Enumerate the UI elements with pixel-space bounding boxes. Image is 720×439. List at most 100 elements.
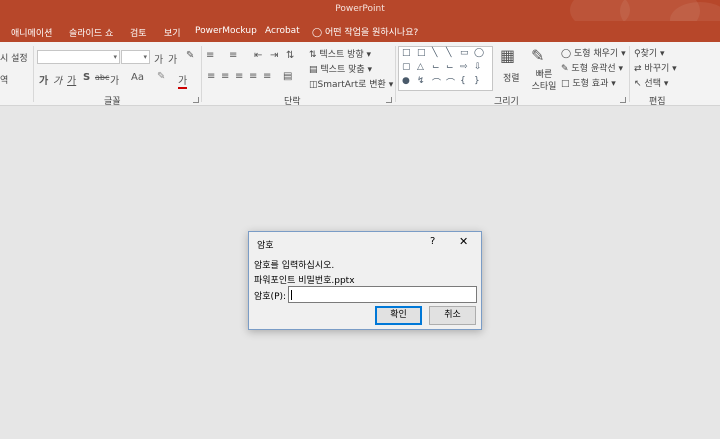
text-direction-icon: ⇅ bbox=[309, 50, 317, 60]
tab-slideshow[interactable]: 슬라이드 쇼 bbox=[69, 26, 113, 39]
group-separator bbox=[33, 46, 34, 102]
quick-styles-icon: ✎ bbox=[531, 46, 545, 65]
line-shape-icon[interactable]: ╲ bbox=[432, 48, 437, 58]
chevron-down-icon: ▾ bbox=[113, 53, 117, 61]
app-title: PowerPoint bbox=[335, 4, 385, 14]
align-right-icon[interactable]: ≡ bbox=[235, 71, 243, 82]
change-case-button[interactable]: Aa bbox=[131, 72, 144, 83]
decrease-indent-icon[interactable]: ⇤ bbox=[254, 50, 262, 61]
arrow-right-shape-icon[interactable]: ⇨ bbox=[460, 62, 468, 72]
textbox-shape-icon[interactable]: □ bbox=[402, 48, 411, 58]
text-caret bbox=[291, 290, 292, 300]
tell-me-text: 어떤 작업을 원하시나요? bbox=[324, 28, 419, 38]
drawing-launcher-icon[interactable] bbox=[620, 97, 626, 103]
curve-shape-icon[interactable]: ⌒ bbox=[432, 76, 441, 89]
columns-icon[interactable]: ▤ bbox=[283, 71, 292, 82]
section-partial-button[interactable]: 역 bbox=[0, 73, 8, 86]
arrow-down-shape-icon[interactable]: ⇩ bbox=[474, 62, 482, 72]
strikethrough-button[interactable]: abc bbox=[95, 73, 109, 82]
font-group-label: 글꼴 bbox=[104, 97, 121, 107]
ribbon: 시 설정 역 ▾ ▾ 가 가 ✎ 가 가 가 S abc 가 Aa ✎ 가 글꼴… bbox=[0, 42, 720, 107]
smartart-button[interactable]: ◫SmartArt로 변환 ▾ bbox=[309, 77, 393, 90]
group-separator bbox=[629, 46, 630, 102]
text-direction-button[interactable]: ⇅ 텍스트 방향 ▾ bbox=[309, 47, 371, 60]
close-icon[interactable]: ✕ bbox=[459, 235, 468, 248]
tab-acrobat[interactable]: Acrobat bbox=[265, 26, 300, 36]
rectangle-shape-icon[interactable]: ▭ bbox=[460, 48, 469, 58]
font-color-button[interactable]: 가 bbox=[178, 72, 188, 89]
grow-font-icon[interactable]: 가 bbox=[154, 51, 163, 66]
select-button[interactable]: ↖ 선택 ▾ bbox=[634, 76, 668, 89]
freeform-shape-icon[interactable]: ● bbox=[402, 76, 410, 86]
line-shape-icon[interactable]: ╲ bbox=[446, 48, 451, 58]
increase-indent-icon[interactable]: ⇥ bbox=[270, 50, 278, 61]
align-text-icon: ▤ bbox=[309, 65, 318, 75]
pencil-icon: ✎ bbox=[561, 64, 569, 74]
numbering-icon[interactable]: ≡ bbox=[229, 50, 237, 61]
distribute-icon[interactable]: ≡ bbox=[263, 71, 271, 82]
dialog-title: 암호 bbox=[257, 241, 274, 251]
shape-fill-button[interactable]: ◯ 도형 채우기 ▾ bbox=[561, 46, 626, 59]
align-center-icon[interactable]: ≡ bbox=[221, 71, 229, 82]
bullets-icon[interactable]: ≡ bbox=[206, 50, 214, 61]
brace-right-shape-icon[interactable]: } bbox=[474, 76, 480, 86]
rounded-rect-shape-icon[interactable]: ▢ bbox=[402, 62, 411, 72]
drawing-group-label: 그리기 bbox=[494, 97, 519, 107]
ribbon-tabs: 애니메이션 슬라이드 쇼 검토 보기 PowerMockup Acrobat ◯… bbox=[0, 21, 720, 42]
group-separator bbox=[201, 46, 202, 102]
highlight-icon[interactable]: ✎ bbox=[157, 71, 165, 82]
oval-shape-icon[interactable]: ◯ bbox=[474, 48, 484, 58]
lightning-shape-icon[interactable]: ↯ bbox=[417, 76, 425, 86]
shapes-gallery[interactable]: □ □ ╲ ╲ ▭ ◯ ▢ △ ⌙ ⌙ ⇨ ⇩ ● ↯ ⌒ ⌒ { } bbox=[398, 46, 493, 91]
justify-icon[interactable]: ≡ bbox=[249, 71, 257, 82]
align-left-icon[interactable]: ≡ bbox=[207, 71, 215, 82]
cancel-button[interactable]: 취소 bbox=[429, 306, 476, 325]
chevron-down-icon: ▾ bbox=[143, 53, 147, 61]
search-icon: ⚲ bbox=[634, 49, 641, 59]
dialog-filename: 파워포인트 비밀번호.pptx bbox=[254, 276, 355, 286]
tab-powermockup[interactable]: PowerMockup bbox=[195, 26, 257, 36]
shrink-font-icon[interactable]: 가 bbox=[168, 51, 177, 66]
cursor-icon: ↖ bbox=[634, 79, 642, 89]
lightbulb-icon: ◯ bbox=[312, 28, 323, 38]
connector-shape-icon[interactable]: ⌙ bbox=[432, 62, 440, 72]
connector-shape-icon[interactable]: ⌙ bbox=[446, 62, 454, 72]
underline-button[interactable]: 가 bbox=[67, 72, 76, 87]
font-name-combo[interactable]: ▾ bbox=[37, 50, 120, 64]
tell-me-box[interactable]: ◯ 어떤 작업을 원하시나요? bbox=[312, 25, 418, 38]
password-dialog: 암호 ? ✕ 암호를 입력하십시오. 파워포인트 비밀번호.pptx 암호(P)… bbox=[248, 231, 482, 330]
arrange-icon: ▦ bbox=[500, 46, 516, 65]
find-button[interactable]: ⚲찾기 ▾ bbox=[634, 46, 665, 59]
textbox-vertical-shape-icon[interactable]: □ bbox=[417, 48, 426, 58]
shape-outline-button[interactable]: ✎ 도형 윤곽선 ▾ bbox=[561, 61, 623, 74]
shadow-button[interactable]: S bbox=[83, 72, 90, 83]
paragraph-group-label: 단락 bbox=[284, 97, 301, 107]
paragraph-launcher-icon[interactable] bbox=[386, 97, 392, 103]
triangle-shape-icon[interactable]: △ bbox=[417, 62, 424, 72]
paint-bucket-icon: ◯ bbox=[561, 49, 572, 59]
layout-partial-button[interactable]: 시 설정 bbox=[0, 51, 28, 64]
font-size-combo[interactable]: ▾ bbox=[121, 50, 150, 64]
tab-view[interactable]: 보기 bbox=[164, 26, 181, 39]
arc-shape-icon[interactable]: ⌒ bbox=[446, 76, 455, 89]
arrange-button[interactable]: 정렬 bbox=[503, 71, 520, 84]
replace-icon: ⇄ bbox=[634, 64, 642, 74]
brace-left-shape-icon[interactable]: { bbox=[460, 76, 466, 86]
char-spacing-button[interactable]: 가 bbox=[110, 72, 119, 87]
ok-button[interactable]: 확인 bbox=[375, 306, 422, 325]
tab-animations[interactable]: 애니메이션 bbox=[11, 26, 52, 39]
font-launcher-icon[interactable] bbox=[193, 97, 199, 103]
tab-review[interactable]: 검토 bbox=[130, 26, 147, 39]
replace-button[interactable]: ⇄ 바꾸기 ▾ bbox=[634, 61, 677, 74]
shape-effects-button[interactable]: □ 도형 효과 ▾ bbox=[561, 76, 616, 89]
line-spacing-icon[interactable]: ⇅ bbox=[286, 50, 294, 61]
dialog-message: 암호를 입력하십시오. bbox=[254, 261, 335, 271]
quick-styles-button[interactable]: 빠른 스타일 bbox=[531, 69, 557, 93]
align-text-button[interactable]: ▤ 텍스트 맞춤 ▾ bbox=[309, 62, 372, 75]
bold-button[interactable]: 가 bbox=[39, 72, 48, 87]
password-input[interactable] bbox=[288, 286, 477, 303]
help-button[interactable]: ? bbox=[430, 236, 435, 247]
effects-icon: □ bbox=[561, 79, 570, 89]
clear-format-icon[interactable]: ✎ bbox=[186, 50, 194, 61]
italic-button[interactable]: 가 bbox=[53, 72, 62, 87]
